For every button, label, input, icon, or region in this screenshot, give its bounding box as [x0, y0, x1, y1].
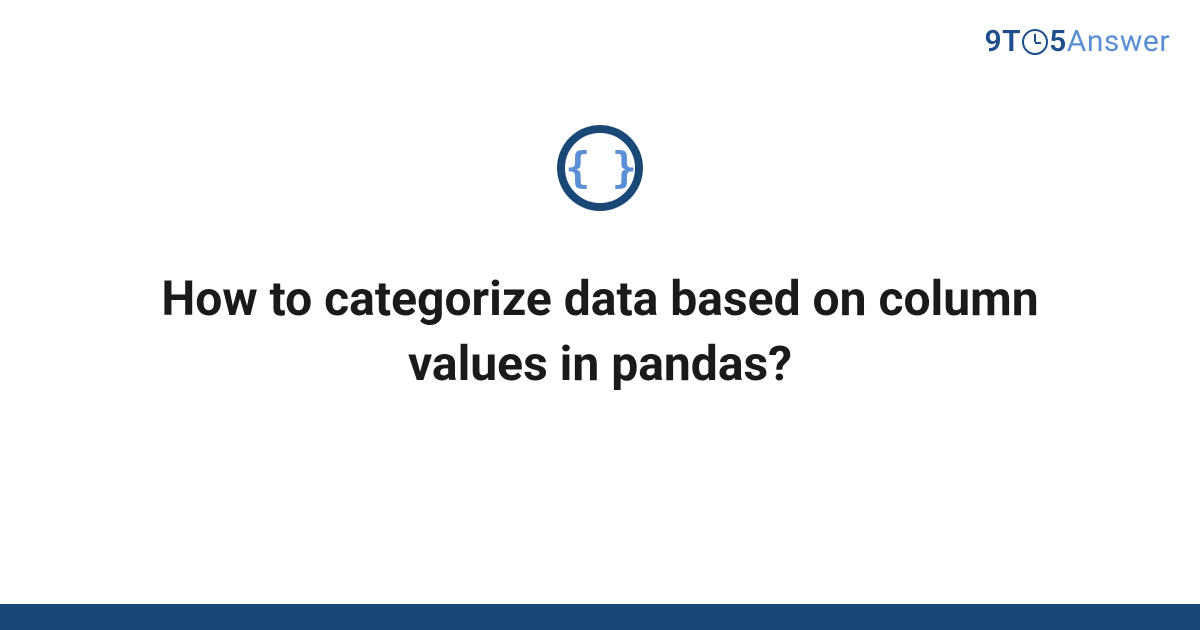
code-braces-icon: { } — [565, 147, 635, 189]
question-title: How to categorize data based on column v… — [100, 267, 1100, 397]
category-icon-circle: { } — [557, 125, 643, 211]
main-content: { } How to categorize data based on colu… — [0, 125, 1200, 397]
logo-text-answer: Answer — [1067, 24, 1170, 59]
footer-bar — [0, 604, 1200, 630]
logo-text-suffix: 5 — [1049, 24, 1067, 59]
clock-icon — [1022, 29, 1048, 55]
site-logo: 9T 5 Answer — [985, 24, 1170, 59]
logo-text-prefix: 9T — [985, 24, 1022, 59]
